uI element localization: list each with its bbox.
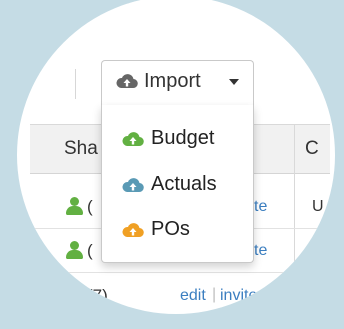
invite-link[interactable]: te [254,242,267,260]
column-header-c[interactable]: C [305,138,319,160]
link-separator: | [212,286,217,303]
column-header-share[interactable]: Sha [64,138,98,160]
menu-item-budget[interactable]: Budget [151,127,214,150]
invite-link[interactable]: te [254,198,267,216]
cell-c: U [312,242,324,259]
user-icon [63,281,87,305]
menu-item-actuals[interactable]: Actuals [151,173,217,196]
share-count: (7) [87,286,108,305]
share-count: ( [87,241,93,260]
import-label: Import [144,70,201,92]
user-icon [66,197,84,215]
edit-link[interactable]: edit [180,287,206,305]
invite-link[interactable]: invite [220,287,257,305]
cloud-upload-icon [122,178,144,193]
menu-item-pos[interactable]: POs [151,218,190,241]
chevron-down-icon [229,79,239,85]
share-count: ( [87,197,93,216]
spotlight-circle: Sha C ( te U ( te U (7) edit | invite Im… [17,0,335,314]
cloud-upload-icon [116,74,138,89]
cell-c: U [312,198,324,215]
toolbar-divider [75,69,76,99]
cloud-upload-icon [122,223,144,238]
table-row: (7) edit | invite [30,278,330,314]
cloud-upload-icon [122,132,144,147]
user-icon [66,241,84,259]
